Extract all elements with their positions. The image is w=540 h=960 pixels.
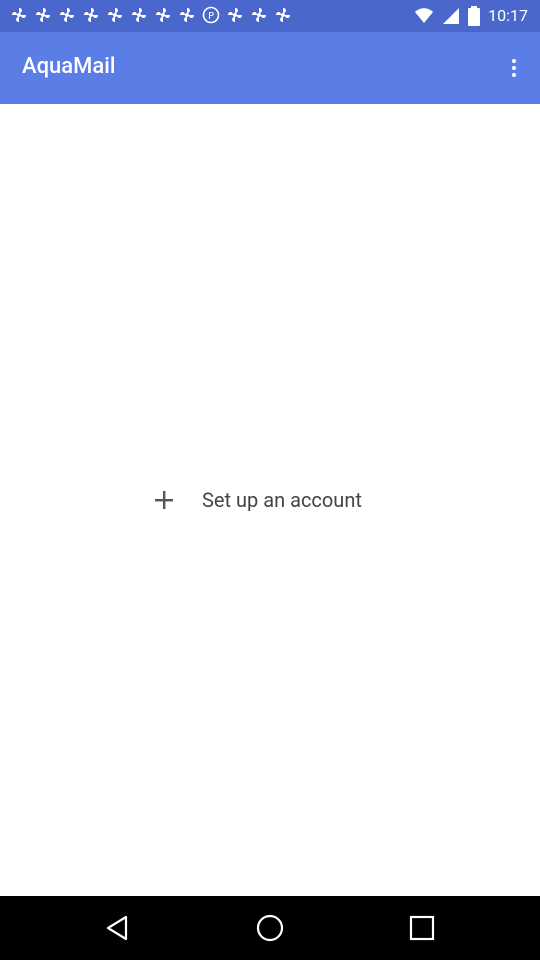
- pinwheel-icon: [276, 8, 290, 22]
- pinwheel-icon: [60, 8, 74, 22]
- home-icon[interactable]: [254, 912, 286, 944]
- recents-icon[interactable]: [406, 912, 438, 944]
- pinwheel-icon: [180, 8, 194, 22]
- app-bar: AquaMail: [0, 32, 540, 104]
- overflow-dot: [512, 73, 516, 77]
- setup-account-button[interactable]: Set up an account: [150, 482, 362, 518]
- notification-icons: P: [10, 6, 292, 24]
- app-title: AquaMail: [22, 54, 116, 79]
- more-vert-icon[interactable]: [502, 50, 526, 86]
- battery-icon: [468, 6, 481, 26]
- pinwheel-icon: [36, 8, 50, 22]
- plus-icon: [150, 486, 178, 514]
- pinwheel-icon: [252, 8, 266, 22]
- pinwheel-icon: [132, 8, 146, 22]
- pinwheel-icon: [228, 8, 242, 22]
- status-bar: P 10:17: [0, 0, 540, 32]
- signal-icon: [443, 8, 460, 24]
- p-icon: P: [202, 6, 220, 24]
- setup-account-label: Set up an account: [202, 488, 362, 512]
- back-icon[interactable]: [102, 912, 134, 944]
- wifi-icon: [415, 8, 434, 23]
- pinwheel-icon: [84, 8, 98, 22]
- pinwheel-icon: [156, 8, 170, 22]
- pinwheel-icon: [12, 8, 26, 22]
- status-icons: 10:17: [414, 5, 528, 27]
- pinwheel-icon: [108, 8, 122, 22]
- svg-text:P: P: [208, 11, 214, 22]
- overflow-dot: [512, 59, 516, 63]
- main-content: Set up an account: [0, 104, 540, 896]
- nav-bar: [0, 896, 540, 960]
- status-time: 10:17: [488, 6, 528, 25]
- overflow-dot: [512, 66, 516, 70]
